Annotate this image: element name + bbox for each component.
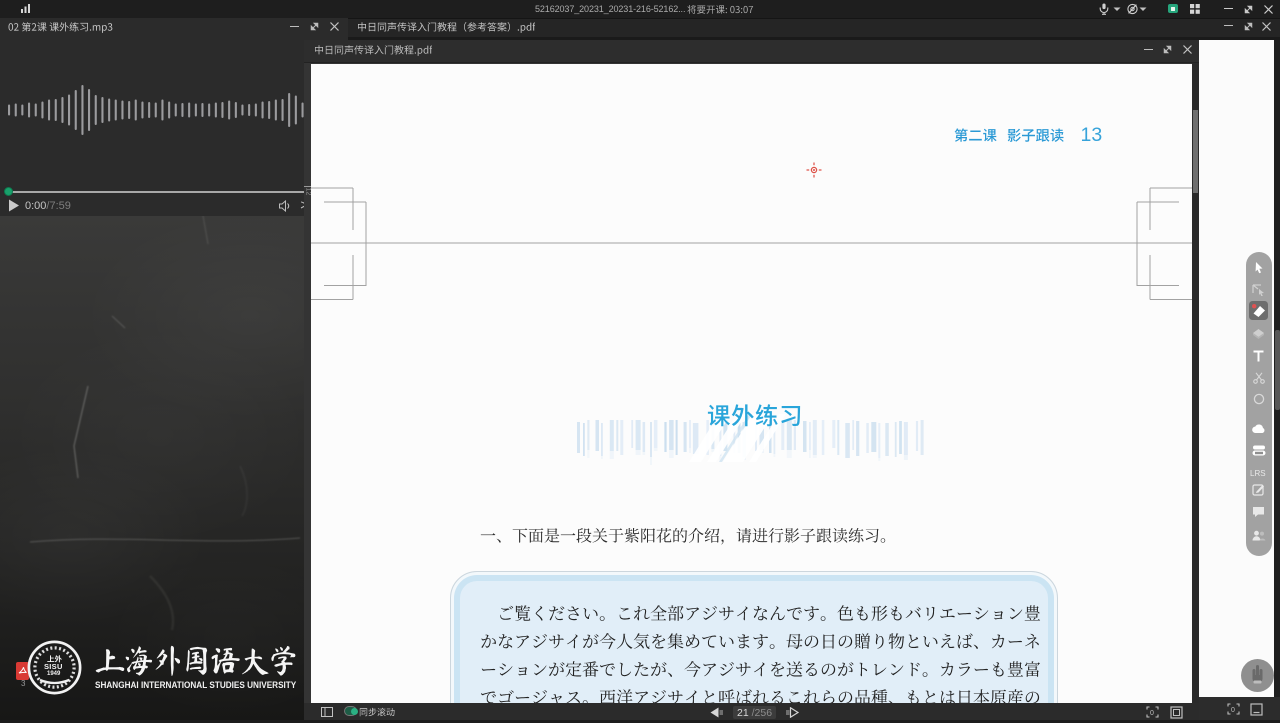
svg-text:LRS: LRS (1250, 469, 1266, 477)
svg-text:0: 0 (1231, 707, 1235, 714)
svg-text:0: 0 (1150, 710, 1154, 717)
